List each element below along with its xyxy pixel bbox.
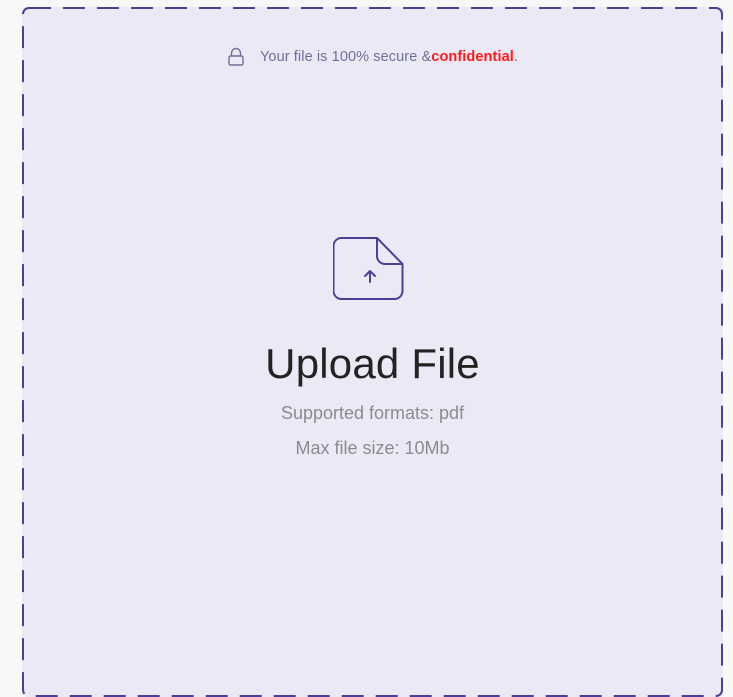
supported-formats-text: Supported formats: pdf xyxy=(280,403,465,423)
security-note: Your file is 100% secure & confidential … xyxy=(22,47,723,67)
confidential-highlight: confidential xyxy=(431,49,514,65)
security-note-text: Your file is 100% secure & xyxy=(259,49,432,65)
max-file-size-text: Max file size: 10Mb xyxy=(295,438,450,458)
lock-icon xyxy=(227,47,245,67)
upload-title: Upload File xyxy=(265,340,480,387)
security-note-suffix: . xyxy=(513,49,519,65)
file-upload-icon[interactable] xyxy=(332,233,407,305)
file-dropzone[interactable]: Your file is 100% secure & confidential … xyxy=(22,7,723,697)
